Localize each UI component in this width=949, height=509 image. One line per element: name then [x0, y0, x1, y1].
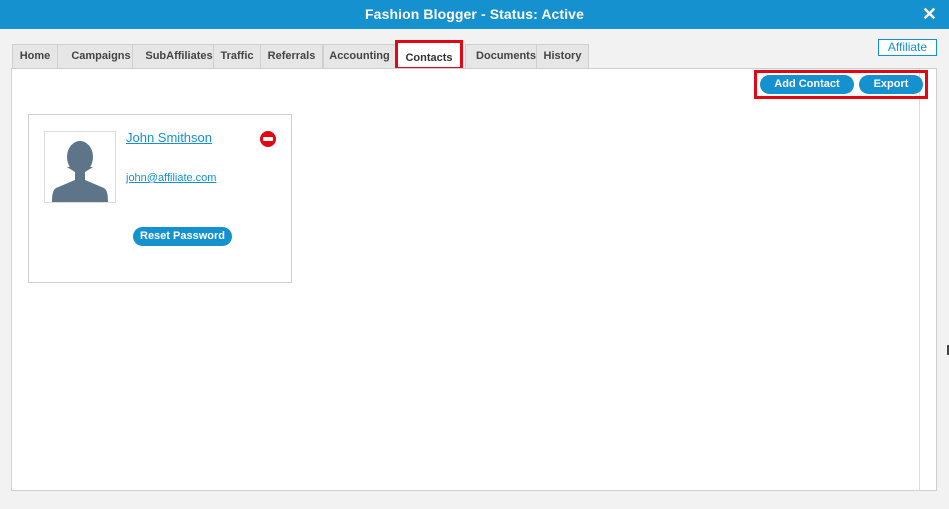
tab-documents[interactable]: Documents	[465, 44, 547, 69]
contact-email-link[interactable]: john@affiliate.com	[126, 172, 216, 184]
scrollbar[interactable]	[919, 69, 936, 490]
affiliate-badge: Affiliate	[878, 39, 937, 56]
add-contact-button[interactable]: Add Contact	[760, 75, 854, 94]
tab-subaffiliates[interactable]: SubAffiliates	[132, 44, 226, 69]
contact-name-link[interactable]: John Smithson	[126, 130, 212, 145]
tab-history[interactable]: History	[536, 44, 589, 69]
remove-contact-icon[interactable]	[260, 131, 276, 147]
close-icon[interactable]: ✕	[922, 3, 937, 25]
tab-accounting[interactable]: Accounting	[323, 44, 396, 69]
tab-traffic[interactable]: Traffic	[213, 44, 261, 69]
contact-card: John Smithson john@affiliate.com Reset P…	[28, 114, 292, 283]
reset-password-button[interactable]: Reset Password	[133, 227, 232, 246]
user-silhouette-icon	[44, 131, 116, 203]
export-button[interactable]: Export	[859, 75, 923, 94]
window-title: Fashion Blogger - Status: Active	[365, 6, 584, 22]
title-bar: Fashion Blogger - Status: Active ✕	[0, 0, 949, 29]
tab-contacts[interactable]: Contacts	[395, 40, 463, 70]
action-buttons-group: Add Contact Export	[754, 70, 928, 99]
tab-referrals[interactable]: Referrals	[260, 44, 323, 69]
tab-home[interactable]: Home	[12, 44, 58, 69]
